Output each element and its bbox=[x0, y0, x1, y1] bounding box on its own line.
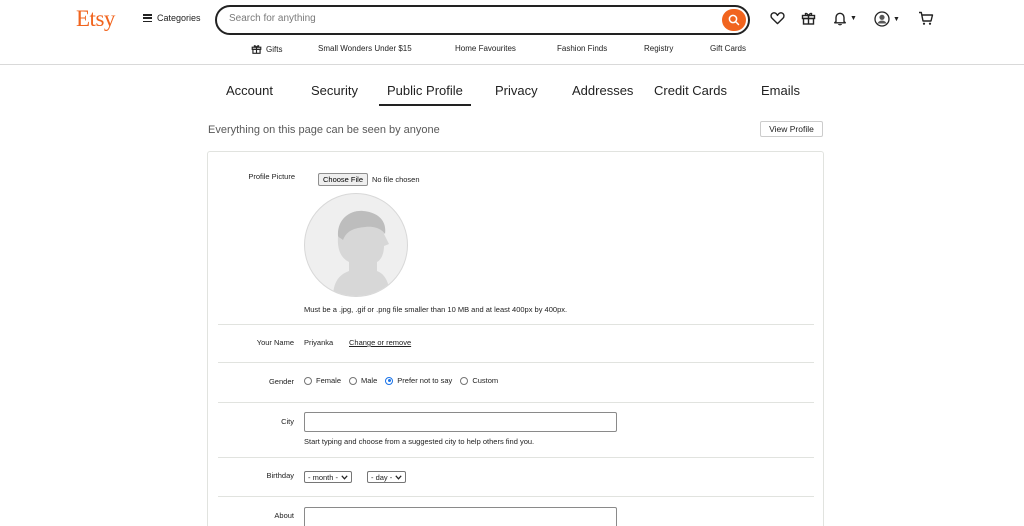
radio-label: Custom bbox=[472, 376, 499, 385]
chevron-down-icon bbox=[395, 474, 402, 480]
subnav-label: Small Wonders Under $15 bbox=[318, 44, 412, 53]
sub-navigation: Gifts Small Wonders Under $15 Home Favou… bbox=[0, 44, 1024, 56]
menu-icon bbox=[143, 14, 152, 22]
no-file-text: No file chosen bbox=[372, 175, 420, 184]
tab-emails[interactable]: Emails bbox=[761, 83, 800, 98]
categories-button[interactable]: Categories bbox=[143, 13, 201, 23]
chevron-down-icon: ▼ bbox=[850, 15, 857, 22]
gender-option-custom[interactable]: Custom bbox=[460, 376, 498, 385]
radio-custom[interactable] bbox=[460, 376, 469, 385]
etsy-logo[interactable]: Etsy bbox=[76, 6, 115, 32]
select-value: - day - bbox=[371, 472, 393, 482]
tab-addresses[interactable]: Addresses bbox=[572, 83, 633, 98]
subnav-registry[interactable]: Registry bbox=[644, 44, 673, 53]
subnav-home-favourites[interactable]: Home Favourites bbox=[455, 44, 516, 53]
tab-credit-cards[interactable]: Credit Cards bbox=[654, 83, 727, 98]
about-textarea[interactable] bbox=[304, 507, 617, 526]
row-divider bbox=[218, 402, 814, 403]
heart-icon bbox=[770, 12, 785, 25]
cart-button[interactable] bbox=[918, 11, 934, 26]
birthday-label: Birthday bbox=[266, 471, 294, 480]
radio-male[interactable] bbox=[349, 376, 358, 385]
subnav-label: Home Favourites bbox=[455, 44, 516, 53]
radio-label: Male bbox=[361, 376, 378, 385]
default-avatar-icon bbox=[333, 210, 391, 296]
subnav-fashion-finds[interactable]: Fashion Finds bbox=[557, 44, 607, 53]
subnav-label: Fashion Finds bbox=[557, 44, 608, 53]
change-name-link[interactable]: Change or remove bbox=[349, 338, 411, 347]
birthday-month-select[interactable]: - month - bbox=[304, 471, 353, 483]
public-profile-form: Profile Picture Choose File No file chos… bbox=[207, 151, 824, 526]
chevron-down-icon: ▼ bbox=[893, 15, 900, 23]
notifications-button[interactable]: ▼ bbox=[833, 11, 857, 26]
row-divider bbox=[218, 324, 814, 325]
search-input[interactable] bbox=[229, 13, 709, 24]
categories-label: Categories bbox=[157, 13, 201, 23]
gender-option-female[interactable]: Female bbox=[304, 376, 341, 385]
your-name-value: Priyanka bbox=[304, 338, 334, 347]
tab-public-profile[interactable]: Public Profile bbox=[379, 83, 471, 106]
birthday-day-select[interactable]: - day - bbox=[367, 471, 407, 483]
cart-icon bbox=[919, 11, 934, 25]
favorites-button[interactable] bbox=[770, 11, 785, 25]
search-bar bbox=[215, 5, 750, 35]
profile-picture-label: Profile Picture bbox=[248, 172, 295, 181]
radio-prefer-not-to-say[interactable] bbox=[385, 376, 394, 385]
radio-female[interactable] bbox=[304, 376, 312, 385]
gender-option-prefer-not[interactable]: Prefer not to say bbox=[385, 376, 452, 385]
select-value: - month - bbox=[308, 472, 339, 482]
row-divider bbox=[218, 496, 814, 497]
city-label: City bbox=[281, 417, 294, 426]
row-divider bbox=[218, 457, 814, 458]
gift-icon bbox=[251, 45, 262, 54]
subnav-gift-cards[interactable]: Gift Cards bbox=[710, 44, 746, 53]
subnav-label: Gift Cards bbox=[710, 44, 747, 53]
visibility-notice: Everything on this page can be seen by a… bbox=[208, 124, 440, 136]
tab-security[interactable]: Security bbox=[311, 83, 358, 98]
subnav-small-wonders[interactable]: Small Wonders Under $15 bbox=[318, 44, 412, 53]
radio-label: Prefer not to say bbox=[397, 376, 453, 385]
search-button[interactable] bbox=[722, 9, 746, 31]
row-divider bbox=[218, 362, 814, 363]
city-input[interactable] bbox=[304, 412, 617, 432]
search-icon bbox=[728, 14, 740, 26]
gender-label: Gender bbox=[268, 377, 294, 386]
gender-option-male[interactable]: Male bbox=[349, 376, 377, 385]
your-name-label: Your Name bbox=[256, 338, 294, 347]
profile-avatar bbox=[304, 193, 408, 297]
gift-icon bbox=[801, 12, 816, 25]
avatar-icon bbox=[874, 11, 890, 27]
header-divider bbox=[0, 64, 1024, 65]
tab-account[interactable]: Account bbox=[226, 83, 273, 98]
subnav-label: Gifts bbox=[266, 44, 283, 54]
city-hint: Start typing and choose from a suggested… bbox=[304, 437, 535, 446]
gender-radio-group: Female Male Prefer not to say Custom bbox=[304, 376, 506, 385]
about-label: About bbox=[274, 511, 294, 520]
subnav-label: Registry bbox=[644, 44, 674, 53]
subnav-gifts[interactable]: Gifts bbox=[251, 44, 282, 54]
choose-file-button[interactable]: Choose File bbox=[318, 173, 369, 186]
chevron-down-icon bbox=[341, 474, 348, 480]
gift-mode-button[interactable] bbox=[801, 11, 816, 25]
tab-privacy[interactable]: Privacy bbox=[495, 83, 538, 98]
bell-icon bbox=[834, 12, 846, 26]
view-profile-button[interactable]: View Profile bbox=[760, 121, 823, 137]
account-button[interactable]: ▼ bbox=[874, 11, 900, 27]
radio-label: Female bbox=[316, 376, 342, 385]
picture-requirements-hint: Must be a .jpg, .gif or .png file smalle… bbox=[304, 305, 568, 314]
